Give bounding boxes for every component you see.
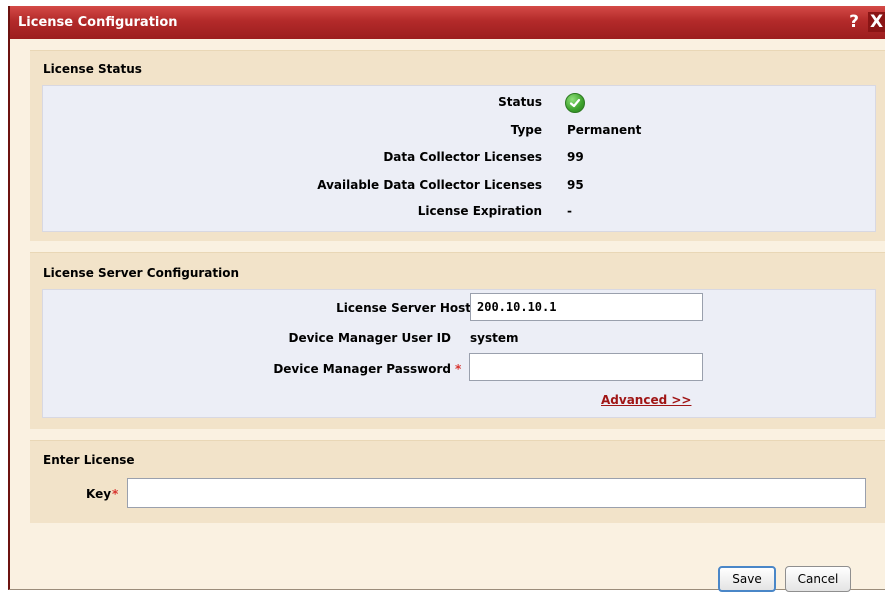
cancel-button[interactable]: Cancel — [785, 566, 851, 592]
dialog-title: License Configuration — [18, 15, 178, 30]
section-title-license-status: License Status — [43, 62, 142, 76]
section-title-enter-license: Enter License — [43, 453, 135, 467]
device-manager-user-id-value: system — [470, 331, 519, 345]
available-data-collector-licenses-label: Available Data Collector Licenses — [317, 178, 542, 192]
type-value: Permanent — [567, 123, 642, 137]
device-manager-user-id-label: Device Manager User ID — [288, 331, 451, 345]
required-marker: * — [112, 487, 119, 501]
enter-license-section: Enter License Key * — [30, 440, 885, 523]
required-marker: * — [455, 362, 462, 376]
status-label: Status — [498, 95, 542, 109]
data-collector-licenses-label: Data Collector Licenses — [383, 150, 542, 164]
license-configuration-dialog: License Configuration ? X License Status… — [8, 6, 885, 592]
advanced-link[interactable]: Advanced >> — [601, 393, 691, 407]
license-server-panel: License Server Host * Device Manager Use… — [42, 289, 876, 418]
device-manager-password-label: Device Manager Password — [273, 362, 451, 376]
title-bar: License Configuration ? X — [10, 6, 885, 39]
license-expiration-label: License Expiration — [417, 204, 542, 218]
key-label: Key — [86, 487, 112, 501]
available-data-collector-licenses-value: 95 — [567, 178, 584, 192]
license-server-configuration-section: License Server Configuration License Ser… — [30, 252, 885, 429]
section-title-license-server-configuration: License Server Configuration — [43, 266, 240, 280]
check-circle-icon — [565, 93, 585, 113]
close-button[interactable]: X — [868, 12, 885, 32]
license-key-input[interactable] — [127, 478, 866, 508]
license-expiration-value: - — [567, 204, 572, 218]
license-status-section: License Status Status Type Permanent Dat… — [30, 50, 885, 241]
license-server-host-label: License Server Host — [336, 301, 471, 315]
license-server-host-input[interactable] — [470, 293, 703, 321]
help-button[interactable]: ? — [844, 12, 864, 32]
data-collector-licenses-value: 99 — [567, 150, 584, 164]
device-manager-password-input[interactable] — [469, 353, 703, 381]
license-status-panel: Status Type Permanent Data Collector Lic… — [42, 85, 876, 232]
save-button[interactable]: Save — [718, 566, 776, 592]
type-label: Type — [510, 123, 542, 137]
